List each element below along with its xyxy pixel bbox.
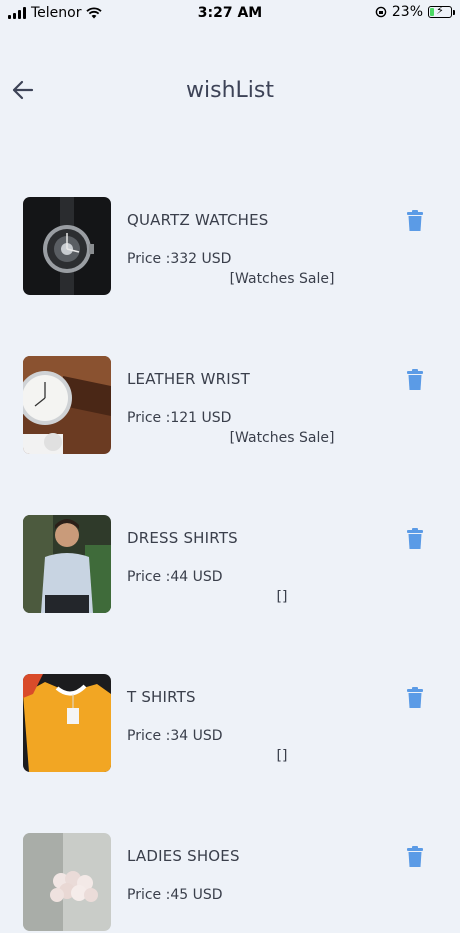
battery-icon: ⚡	[428, 4, 455, 18]
wishlist-item[interactable]: QUARTZ WATCHES Price :332 USD [Watches S…	[0, 197, 460, 297]
battery-percent: 23%	[391, 4, 423, 20]
product-price: Price :332 USD	[127, 251, 232, 267]
product-name: T SHIRTS	[127, 688, 196, 706]
wishlist-item[interactable]: LADIES SHOES Price :45 USD	[0, 833, 460, 933]
product-name: LEATHER WRIST	[127, 370, 251, 388]
wishlist-item[interactable]: DRESS SHIRTS Price :44 USD []	[0, 515, 460, 615]
trash-icon[interactable]	[406, 846, 424, 868]
status-bar: Telenor 3:27 AM 23% ⚡	[0, 0, 460, 26]
product-price: Price :121 USD	[127, 410, 232, 426]
status-right: 23% ⚡	[375, 4, 455, 20]
product-price: Price :44 USD	[127, 569, 223, 585]
product-name: DRESS SHIRTS	[127, 529, 238, 547]
rotation-lock-icon	[375, 6, 387, 18]
trash-icon[interactable]	[406, 210, 424, 232]
product-name: LADIES SHOES	[127, 847, 240, 865]
product-image	[23, 515, 111, 613]
product-tag: [Watches Sale]	[229, 271, 335, 287]
product-price: Price :45 USD	[127, 887, 223, 903]
product-tag: [Watches Sale]	[229, 430, 335, 446]
product-price: Price :34 USD	[127, 728, 223, 744]
trash-icon[interactable]	[406, 369, 424, 391]
trash-icon[interactable]	[406, 687, 424, 709]
wishlist-item[interactable]: LEATHER WRIST Price :121 USD [Watches Sa…	[0, 356, 460, 456]
charging-bolt-icon: ⚡	[436, 4, 444, 17]
product-image	[23, 356, 111, 454]
product-image	[23, 197, 111, 295]
wishlist-item[interactable]: T SHIRTS Price :34 USD []	[0, 674, 460, 774]
product-image	[23, 833, 111, 931]
trash-icon[interactable]	[406, 528, 424, 550]
product-tag: []	[276, 748, 288, 764]
product-image	[23, 674, 111, 772]
product-tag: []	[276, 589, 288, 605]
product-name: QUARTZ WATCHES	[127, 211, 269, 229]
page-title: wishList	[186, 78, 274, 103]
